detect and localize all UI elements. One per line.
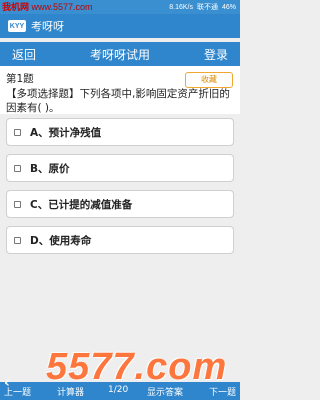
- question-card: 第1题 收藏 【多项选择题】下列各项中,影响固定资产折旧的因素有( )。: [0, 66, 240, 114]
- options-list: A、预计净残值 B、原价 C、已计提的减值准备 D、使用寿命: [6, 118, 234, 262]
- watermark-en: www.5577.com: [31, 2, 93, 12]
- checkbox-icon[interactable]: [14, 200, 21, 208]
- app-title: 考呀呀: [31, 20, 64, 33]
- app-header: KYY 考呀呀: [0, 14, 240, 38]
- option-label: C、已计提的减值准备: [30, 198, 133, 211]
- watermark-cn: 我机网: [2, 2, 30, 12]
- watermark-bottom: 5577.com: [46, 346, 228, 388]
- checkbox-icon[interactable]: [14, 164, 21, 172]
- back-button[interactable]: 返回: [12, 46, 36, 63]
- app-logo-icon: KYY: [8, 20, 26, 32]
- chevron-left-icon[interactable]: ‹: [4, 376, 18, 390]
- favorite-button[interactable]: 收藏: [185, 72, 233, 88]
- login-button[interactable]: 登录: [204, 46, 228, 63]
- option-label: A、预计净残值: [30, 126, 102, 139]
- option-b[interactable]: B、原价: [6, 154, 234, 182]
- checkbox-icon[interactable]: [14, 236, 21, 244]
- option-c[interactable]: C、已计提的减值准备: [6, 190, 234, 218]
- option-label: D、使用寿命: [30, 234, 92, 247]
- option-d[interactable]: D、使用寿命: [6, 226, 234, 254]
- battery: 46%: [221, 3, 236, 11]
- carrier: 联不通: [196, 4, 218, 11]
- option-a[interactable]: A、预计净残值: [6, 118, 234, 146]
- nav-bar: 考呀呀试用 返回 登录: [0, 42, 240, 66]
- option-label: B、原价: [30, 162, 70, 175]
- checkbox-icon[interactable]: [14, 128, 21, 136]
- question-text: 【多项选择题】下列各项中,影响固定资产折旧的因素有( )。: [6, 88, 230, 114]
- watermark-top: 我机网 www.5577.com: [2, 2, 93, 12]
- net-speed: 8.16K/s: [169, 3, 193, 11]
